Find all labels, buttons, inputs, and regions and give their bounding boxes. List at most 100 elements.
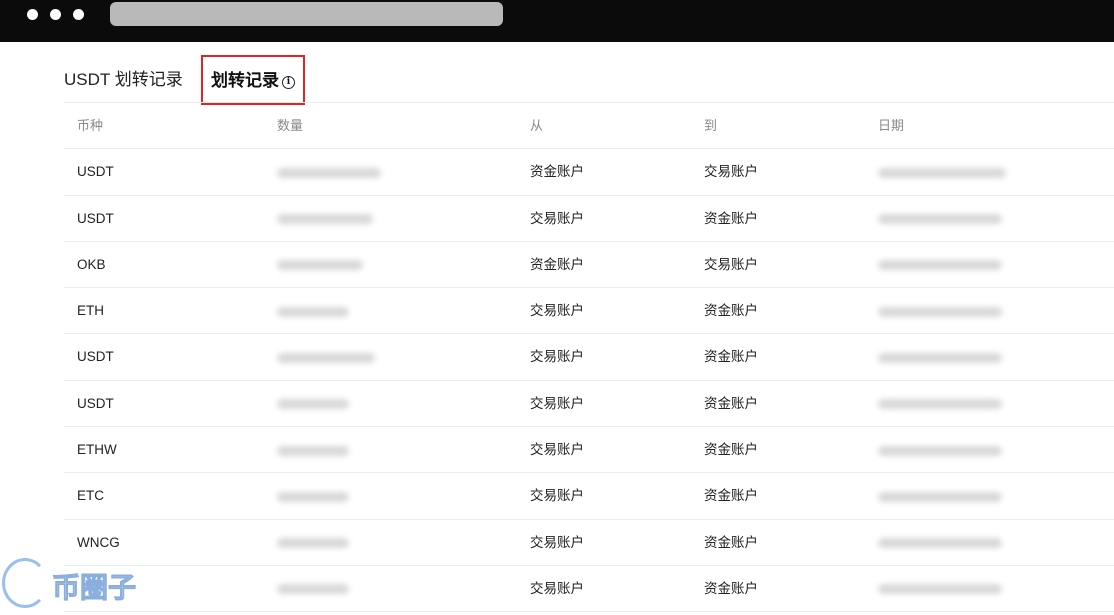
- coin-cell: ETHW: [77, 442, 117, 458]
- table-row: WNCG 交易账户 资金账户: [64, 520, 1114, 566]
- amount-cell-obscured: [277, 566, 349, 611]
- obscured-value: [277, 306, 349, 317]
- column-header-to: 到: [704, 118, 718, 133]
- obscured-value: [277, 445, 349, 456]
- column-header-date: 日期: [878, 118, 905, 133]
- to-account-cell: 资金账户: [704, 442, 758, 458]
- table-row: ETH 交易账户 资金账户: [64, 288, 1114, 335]
- table-row: 交易账户 资金账户: [64, 566, 1114, 613]
- info-icon[interactable]: i: [282, 76, 295, 89]
- obscured-value: [878, 260, 1002, 271]
- window-maximize-dot[interactable]: [73, 9, 84, 20]
- from-account-cell: 交易账户: [530, 210, 584, 226]
- from-account-cell: 资金账户: [530, 256, 584, 272]
- address-bar[interactable]: [110, 2, 503, 26]
- date-cell-obscured: [878, 196, 1002, 241]
- obscured-value: [878, 306, 1002, 317]
- obscured-value: [277, 167, 381, 178]
- from-account-cell: 交易账户: [530, 395, 584, 411]
- transfer-table: 币种 数量 从 到 日期 USDT 资金账户 交易账户 USDT 交易账户 资金账户 OKB…: [64, 103, 1114, 613]
- date-cell-obscured: [878, 288, 1002, 333]
- from-account-cell: 交易账户: [530, 303, 584, 319]
- from-account-cell: 资金账户: [530, 164, 584, 180]
- date-cell-obscured: [878, 242, 1002, 287]
- from-account-cell: 交易账户: [530, 580, 584, 596]
- coin-cell: ETC: [77, 488, 104, 504]
- obscured-value: [277, 214, 373, 225]
- date-cell-obscured: [878, 427, 1002, 472]
- amount-cell-obscured: [277, 149, 381, 194]
- tab-label: USDT 划转记录: [64, 70, 183, 89]
- obscured-value: [878, 214, 1002, 225]
- to-account-cell: 资金账户: [704, 534, 758, 550]
- tab-label: 划转记录: [211, 71, 279, 90]
- table-row: USDT 交易账户 资金账户: [64, 334, 1114, 381]
- column-header-coin: 币种: [77, 118, 104, 133]
- obscured-value: [878, 491, 1002, 502]
- obscured-value: [878, 538, 1002, 549]
- amount-cell-obscured: [277, 288, 349, 333]
- table-row: ETC 交易账户 资金账户: [64, 473, 1114, 520]
- amount-cell-obscured: [277, 520, 349, 565]
- table-row: USDT 资金账户 交易账户: [64, 149, 1114, 196]
- amount-cell-obscured: [277, 473, 349, 518]
- to-account-cell: 资金账户: [704, 349, 758, 365]
- coin-cell: OKB: [77, 256, 106, 272]
- from-account-cell: 交易账户: [530, 349, 584, 365]
- date-cell-obscured: [878, 149, 1006, 194]
- table-row: USDT 交易账户 资金账户: [64, 381, 1114, 428]
- table-row: ETHW 交易账户 资金账户: [64, 427, 1114, 474]
- coin-cell: USDT: [77, 164, 114, 180]
- date-cell-obscured: [878, 520, 1002, 565]
- from-account-cell: 交易账户: [530, 488, 584, 504]
- amount-cell-obscured: [277, 427, 349, 472]
- date-cell-obscured: [878, 334, 1002, 379]
- window-titlebar: [0, 0, 1114, 42]
- tab-usdt-transfer-records[interactable]: USDT 划转记录: [64, 65, 183, 90]
- obscured-value: [878, 352, 1002, 363]
- table-body: USDT 资金账户 交易账户 USDT 交易账户 资金账户 OKB 资金账户 交易账户 ETH 交易…: [64, 149, 1114, 613]
- to-account-cell: 资金账户: [704, 580, 758, 596]
- to-account-cell: 资金账户: [704, 488, 758, 504]
- obscured-value: [878, 399, 1002, 410]
- coin-cell: ETH: [77, 303, 104, 319]
- coin-cell: USDT: [77, 349, 114, 365]
- table-row: USDT 交易账户 资金账户: [64, 196, 1114, 242]
- watermark-circle-icon: [2, 558, 48, 608]
- coin-cell: USDT: [77, 395, 114, 411]
- window-close-dot[interactable]: [27, 9, 38, 20]
- to-account-cell: 交易账户: [704, 256, 758, 272]
- date-cell-obscured: [878, 566, 1002, 611]
- window-minimize-dot[interactable]: [50, 9, 61, 20]
- watermark-text: 币圈子: [51, 571, 137, 605]
- obscured-value: [277, 584, 349, 595]
- table-row: OKB 资金账户 交易账户: [64, 242, 1114, 289]
- obscured-value: [878, 445, 1002, 456]
- to-account-cell: 交易账户: [704, 164, 758, 180]
- to-account-cell: 资金账户: [704, 210, 758, 226]
- column-header-from: 从: [530, 118, 544, 133]
- table-header: 币种 数量 从 到 日期: [64, 103, 1114, 150]
- column-header-amount: 数量: [277, 118, 304, 133]
- obscured-value: [277, 260, 363, 271]
- tab-transfer-records[interactable]: 划转记录 i: [201, 55, 305, 105]
- date-cell-obscured: [878, 473, 1002, 518]
- from-account-cell: 交易账户: [530, 534, 584, 550]
- obscured-value: [878, 584, 1002, 595]
- obscured-value: [277, 352, 375, 363]
- amount-cell-obscured: [277, 242, 363, 287]
- obscured-value: [878, 167, 1006, 178]
- from-account-cell: 交易账户: [530, 442, 584, 458]
- to-account-cell: 资金账户: [704, 303, 758, 319]
- obscured-value: [277, 491, 349, 502]
- date-cell-obscured: [878, 381, 1002, 426]
- amount-cell-obscured: [277, 381, 349, 426]
- amount-cell-obscured: [277, 334, 375, 379]
- watermark-logo: 币圈子: [2, 556, 152, 612]
- tab-bar: USDT 划转记录 划转记录 i: [64, 52, 1114, 105]
- amount-cell-obscured: [277, 196, 373, 241]
- obscured-value: [277, 538, 349, 549]
- to-account-cell: 资金账户: [704, 395, 758, 411]
- coin-cell: USDT: [77, 210, 114, 226]
- obscured-value: [277, 399, 349, 410]
